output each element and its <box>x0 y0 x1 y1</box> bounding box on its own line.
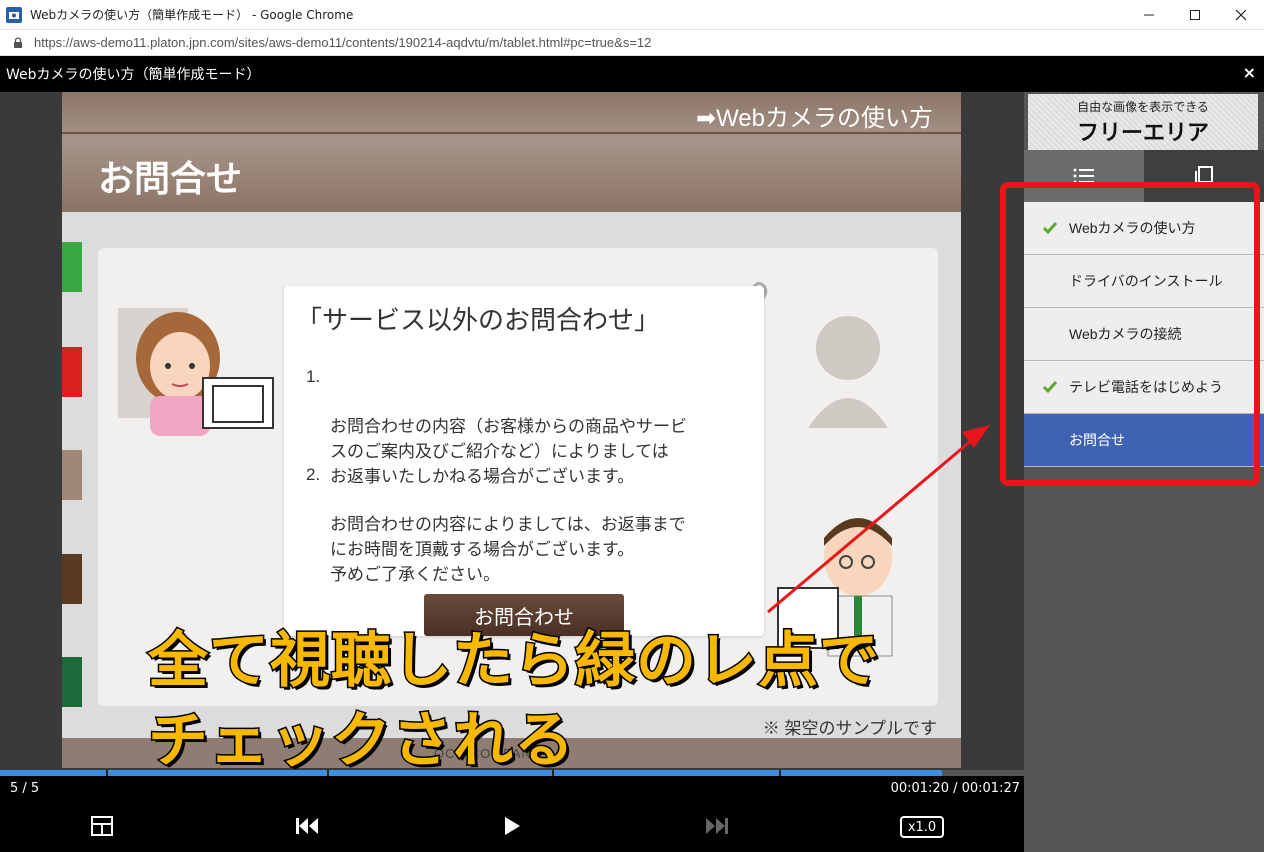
chapter-label: Webカメラの使い方 <box>1069 220 1196 236</box>
stripe-brown <box>62 554 82 604</box>
message-title: 「サービス以外のお問合わせ」 <box>296 305 661 335</box>
sidebar-tabs <box>1024 150 1264 202</box>
browser-title-bar: Webカメラの使い方（簡単作成モード） - Google Chrome <box>0 0 1264 30</box>
url-text[interactable]: https://aws-demo11.platon.jpn.com/sites/… <box>34 35 651 50</box>
document-icon <box>1195 166 1213 186</box>
window-title: Webカメラの使い方（簡単作成モード） - Google Chrome <box>30 8 354 22</box>
checkmark-icon <box>1042 222 1058 235</box>
item-text: お問合わせの内容によりましては、お返事まで にお時間を頂戴する場合がございます。… <box>330 515 686 584</box>
caption-line-2: チェックされる <box>147 706 576 776</box>
slide-brand: ➡Webカメラの使い方 <box>695 105 933 132</box>
sample-note: ※ 架空のサンプルです <box>762 719 937 738</box>
free-area-caption: 自由な画像を表示できる <box>1077 99 1209 114</box>
chapter-item[interactable]: Webカメラの使い方 <box>1024 202 1264 255</box>
player-close-button[interactable]: × <box>1243 63 1256 82</box>
message-item-2: 2. お問合わせの内容によりましては、お返事まで にお時間を頂戴する場合がござい… <box>306 462 686 612</box>
lock-icon <box>14 36 22 48</box>
play-icon[interactable] <box>497 812 527 840</box>
chapter-label: お問合せ <box>1069 432 1125 448</box>
player-header: Webカメラの使い方（簡単作成モード） × <box>0 56 1264 92</box>
page-counter: 5 / 5 <box>10 781 40 796</box>
free-area-banner: 自由な画像を表示できる フリーエリア <box>1028 94 1258 150</box>
chapter-item[interactable]: お問合せ <box>1024 414 1264 467</box>
tab-chapter-list[interactable] <box>1024 150 1144 202</box>
message-box: 「サービス以外のお問合わせ」 1. お問合わせの内容（お客様からの商品やサービ … <box>284 286 764 636</box>
chapter-item[interactable]: ドライバのインストール <box>1024 255 1264 308</box>
chapter-label: Webカメラの接続 <box>1069 326 1182 342</box>
player-title: Webカメラの使い方（簡単作成モード） <box>6 67 261 83</box>
caption-line-1: 全て視聴したら緑のレ点で <box>147 626 881 696</box>
free-area-title: フリーエリア <box>1076 119 1209 145</box>
minimize-icon[interactable] <box>1126 0 1172 30</box>
chapter-label: テレビ電話をはじめよう <box>1069 379 1223 395</box>
stripe-taupe <box>62 450 82 500</box>
slide-heading: お問合せ <box>98 158 243 199</box>
slide-header: ➡Webカメラの使い方 お問合せ <box>62 92 961 212</box>
layout-toggle-icon[interactable] <box>87 812 117 840</box>
chapter-label: ドライバのインストール <box>1069 273 1223 289</box>
list-icon <box>1073 168 1094 184</box>
stripe-red <box>62 347 82 397</box>
tab-documents[interactable] <box>1144 150 1264 202</box>
checkmark-icon <box>1042 381 1058 394</box>
chapter-list: Webカメラの使い方ドライバのインストール Webカメラの接続テレビ電話をはじめよ… <box>1024 202 1264 467</box>
item-number: 2. <box>306 465 321 484</box>
item-number: 1. <box>306 367 321 386</box>
sidebar: 自由な画像を表示できる フリーエリア Webカメラの使い方ドライバのインストール… <box>1024 92 1264 852</box>
chapter-item[interactable]: Webカメラの接続 <box>1024 308 1264 361</box>
close-window-icon[interactable] <box>1218 0 1264 30</box>
player-controls: x1.0 <box>0 800 1024 852</box>
next-icon[interactable] <box>702 812 732 840</box>
maximize-icon[interactable] <box>1172 0 1218 30</box>
address-bar[interactable]: https://aws-demo11.platon.jpn.com/sites/… <box>0 30 1264 56</box>
chapter-item[interactable]: テレビ電話をはじめよう <box>1024 361 1264 414</box>
stripe-darkgreen <box>62 657 82 707</box>
status-row: 5 / 5 00:01:20 / 00:01:27 <box>0 776 1024 800</box>
stripe-green <box>62 242 82 292</box>
site-favicon-icon <box>6 6 22 23</box>
playback-speed-button[interactable]: x1.0 <box>900 816 944 838</box>
time-display: 00:01:20 / 00:01:27 <box>890 781 1020 796</box>
operator-woman-illustration <box>118 308 274 436</box>
headset-silhouette-illustration <box>808 316 888 428</box>
previous-icon[interactable] <box>292 812 322 840</box>
slide-stage: ➡Webカメラの使い方 お問合せ 「サービス以外のお問合わせ」 1. お問合わせ… <box>0 92 1024 776</box>
